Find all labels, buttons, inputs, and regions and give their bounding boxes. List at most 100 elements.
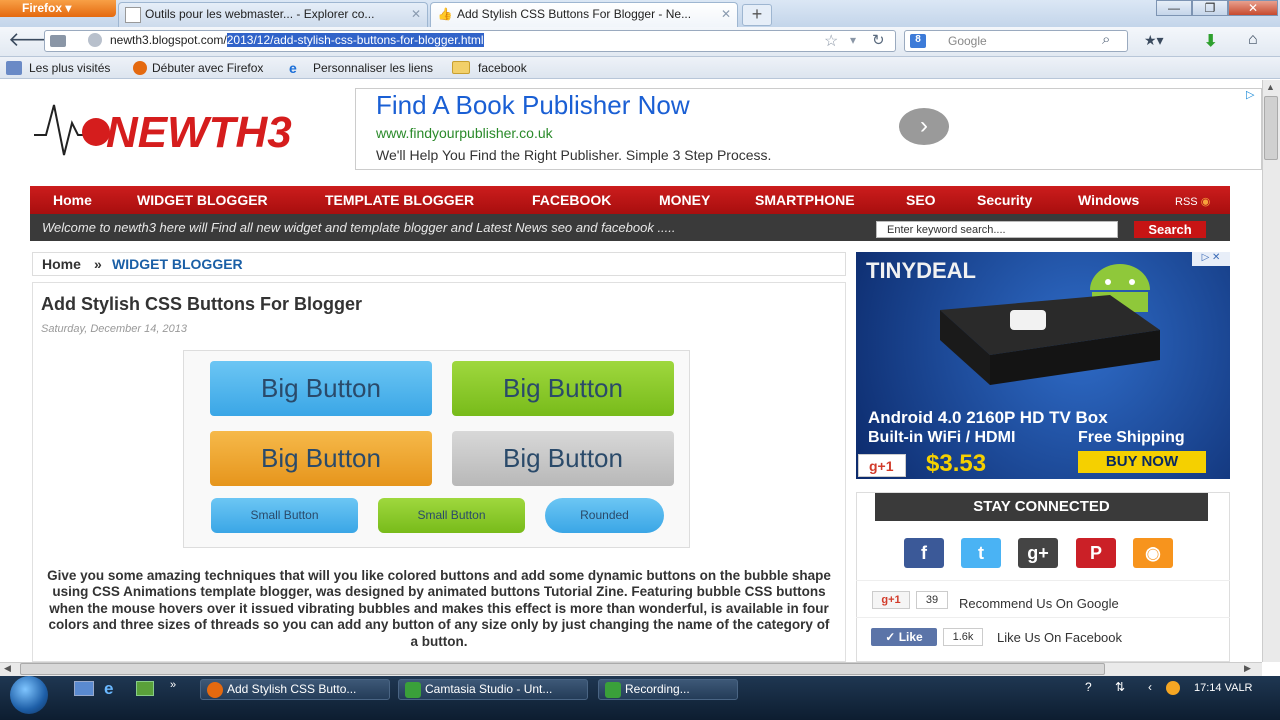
ad-arrow-button[interactable]: › — [899, 108, 949, 145]
tinydeal-logo: TINYDEAL — [866, 258, 976, 283]
system-clock[interactable]: 17:14 VALR — [1194, 682, 1253, 694]
search-button[interactable]: Search — [1134, 221, 1206, 238]
back-arrow-icon[interactable]: 🡐 — [8, 29, 62, 53]
menu-security[interactable]: Security — [977, 192, 1032, 208]
most-visited-icon — [6, 61, 22, 75]
folder-icon — [452, 61, 470, 74]
facebook-like-count: 1.6k — [943, 628, 983, 646]
maximize-button[interactable]: ❐ — [1192, 0, 1228, 16]
new-tab-button[interactable]: + — [742, 4, 772, 26]
breadcrumb-separator: » — [94, 256, 102, 272]
bookmark-customize-links[interactable]: Personnaliser les liens — [313, 61, 433, 75]
vertical-scrollbar[interactable] — [1262, 80, 1280, 662]
bookmarks-menu-icon[interactable]: ★▾ — [1144, 32, 1164, 49]
firefox-icon — [133, 61, 147, 75]
network-tray-icon[interactable]: ⇅ — [1115, 680, 1125, 694]
page-icon — [125, 7, 141, 23]
thumbs-up-icon: 👍 — [437, 7, 453, 21]
home-icon[interactable]: ⌂ — [1248, 31, 1258, 49]
divider — [856, 617, 1230, 618]
tab-active-blogger[interactable]: 👍 Add Stylish CSS Buttons For Blogger - … — [430, 2, 738, 27]
menu-rss[interactable]: RSS ◉ — [1175, 195, 1210, 208]
bookmark-facebook[interactable]: facebook — [478, 61, 527, 75]
facebook-like-button[interactable]: ✓ Like — [871, 628, 937, 646]
menu-template-blogger[interactable]: TEMPLATE BLOGGER — [325, 192, 474, 208]
adchoices-icon[interactable]: ▷ — [1246, 88, 1260, 102]
record-tray-icon[interactable] — [1166, 681, 1180, 695]
google-plus-icon[interactable]: g+ — [1018, 538, 1058, 568]
bookmark-star-icon[interactable]: ☆ — [824, 31, 838, 51]
taskbar-overflow-icon[interactable]: » — [170, 679, 176, 691]
google-plus-one-button[interactable]: g+1 — [872, 591, 910, 609]
keyword-search-input[interactable]: Enter keyword search.... — [876, 221, 1118, 238]
taskbar-item-camtasia[interactable]: Camtasia Studio - Unt... — [398, 679, 588, 700]
banner-product-title: Android 4.0 2160P HD TV Box — [868, 408, 1108, 427]
show-hidden-icons-icon[interactable]: ‹ — [1148, 680, 1152, 694]
twitter-icon[interactable]: t — [961, 538, 1001, 568]
like-facebook-text: Like Us On Facebook — [997, 630, 1123, 645]
stay-connected-title: STAY CONNECTED — [875, 493, 1208, 521]
search-engine-placeholder: Google — [948, 34, 987, 48]
scroll-right-icon[interactable]: ▶ — [1244, 663, 1251, 674]
breadcrumb-category[interactable]: WIDGET BLOGGER — [112, 256, 243, 272]
firefox-menu-button[interactable]: Firefox ▾ — [0, 0, 116, 17]
menu-facebook[interactable]: FACEBOOK — [532, 192, 611, 208]
firefox-icon — [207, 682, 223, 698]
taskbar-item-firefox[interactable]: Add Stylish CSS Butto... — [200, 679, 390, 700]
demo-big-button-green: Big Button — [452, 361, 674, 416]
pinterest-icon[interactable]: P — [1076, 538, 1116, 568]
show-desktop-icon[interactable] — [74, 681, 94, 696]
rss-icon[interactable]: ◉ — [1133, 538, 1173, 568]
search-magnifier-icon[interactable]: ⌕ — [1102, 31, 1110, 48]
close-tab-icon[interactable]: ✕ — [411, 7, 421, 21]
explorer-icon[interactable] — [136, 681, 154, 696]
site-identity-icon[interactable] — [50, 35, 66, 47]
reload-icon[interactable]: ↻ — [872, 31, 885, 49]
taskbar-item-recording[interactable]: Recording... — [598, 679, 738, 700]
minimize-button[interactable]: — — [1156, 0, 1192, 16]
post-title[interactable]: Add Stylish CSS Buttons For Blogger — [41, 294, 362, 315]
ie-icon[interactable]: e — [104, 679, 113, 699]
scroll-left-icon[interactable]: ◀ — [4, 663, 11, 674]
google-plus-count: 39 — [916, 591, 948, 609]
start-button[interactable] — [10, 676, 48, 714]
google-icon[interactable]: 8 — [910, 34, 926, 48]
ad-title[interactable]: Find A Book Publisher Now — [376, 90, 690, 121]
tv-box-product-image — [940, 295, 1160, 385]
help-tray-icon[interactable]: ? — [1085, 680, 1092, 694]
demo-rounded-button: Rounded — [545, 498, 664, 533]
demo-big-button-orange: Big Button — [210, 431, 432, 486]
bookmark-most-visited[interactable]: Les plus visités — [29, 61, 110, 75]
buy-now-button[interactable]: BUY NOW — [1078, 451, 1206, 473]
banner-free-shipping: Free Shipping — [1078, 429, 1185, 446]
menu-money[interactable]: MONEY — [659, 192, 710, 208]
horizontal-scroll-thumb[interactable] — [20, 663, 1105, 675]
camtasia-icon — [405, 682, 421, 698]
url-text[interactable]: newth3.blogspot.com/2013/12/add-stylish-… — [110, 33, 484, 47]
tab-webmaster[interactable]: Outils pour les webmaster... - Explorer … — [118, 2, 428, 27]
chevron-down-icon[interactable]: ▾ — [850, 33, 856, 47]
menu-seo[interactable]: SEO — [906, 192, 936, 208]
demo-big-button-gray: Big Button — [452, 431, 674, 486]
site-logo[interactable]: NEWTH3 — [34, 95, 334, 165]
menu-home[interactable]: Home — [53, 192, 92, 208]
close-tab-icon[interactable]: ✕ — [721, 7, 731, 21]
demo-small-button-blue: Small Button — [211, 498, 358, 533]
search-engine-box[interactable] — [904, 30, 1128, 52]
ad-url[interactable]: www.findyourpublisher.co.uk — [376, 125, 553, 141]
globe-icon — [88, 33, 102, 47]
menu-widget-blogger[interactable]: WIDGET BLOGGER — [137, 192, 268, 208]
google-plus-one-button[interactable]: g+1 — [858, 454, 906, 477]
menu-smartphone[interactable]: SMARTPHONE — [755, 192, 855, 208]
menu-windows[interactable]: Windows — [1078, 192, 1139, 208]
adchoices-icon[interactable]: ▷ ✕ — [1192, 252, 1230, 266]
scroll-up-icon[interactable]: ▲ — [1266, 82, 1275, 92]
vertical-scroll-thumb[interactable] — [1264, 96, 1278, 160]
post-body: Give you some amazing techniques that wi… — [47, 568, 831, 649]
bookmark-getting-started[interactable]: Débuter avec Firefox — [152, 61, 263, 75]
banner-price: $3.53 — [926, 450, 987, 477]
breadcrumb-home[interactable]: Home — [42, 256, 81, 272]
facebook-icon[interactable]: f — [904, 538, 944, 568]
close-window-button[interactable]: ✕ — [1228, 0, 1278, 16]
download-arrow-icon[interactable]: ⬇ — [1204, 31, 1217, 51]
